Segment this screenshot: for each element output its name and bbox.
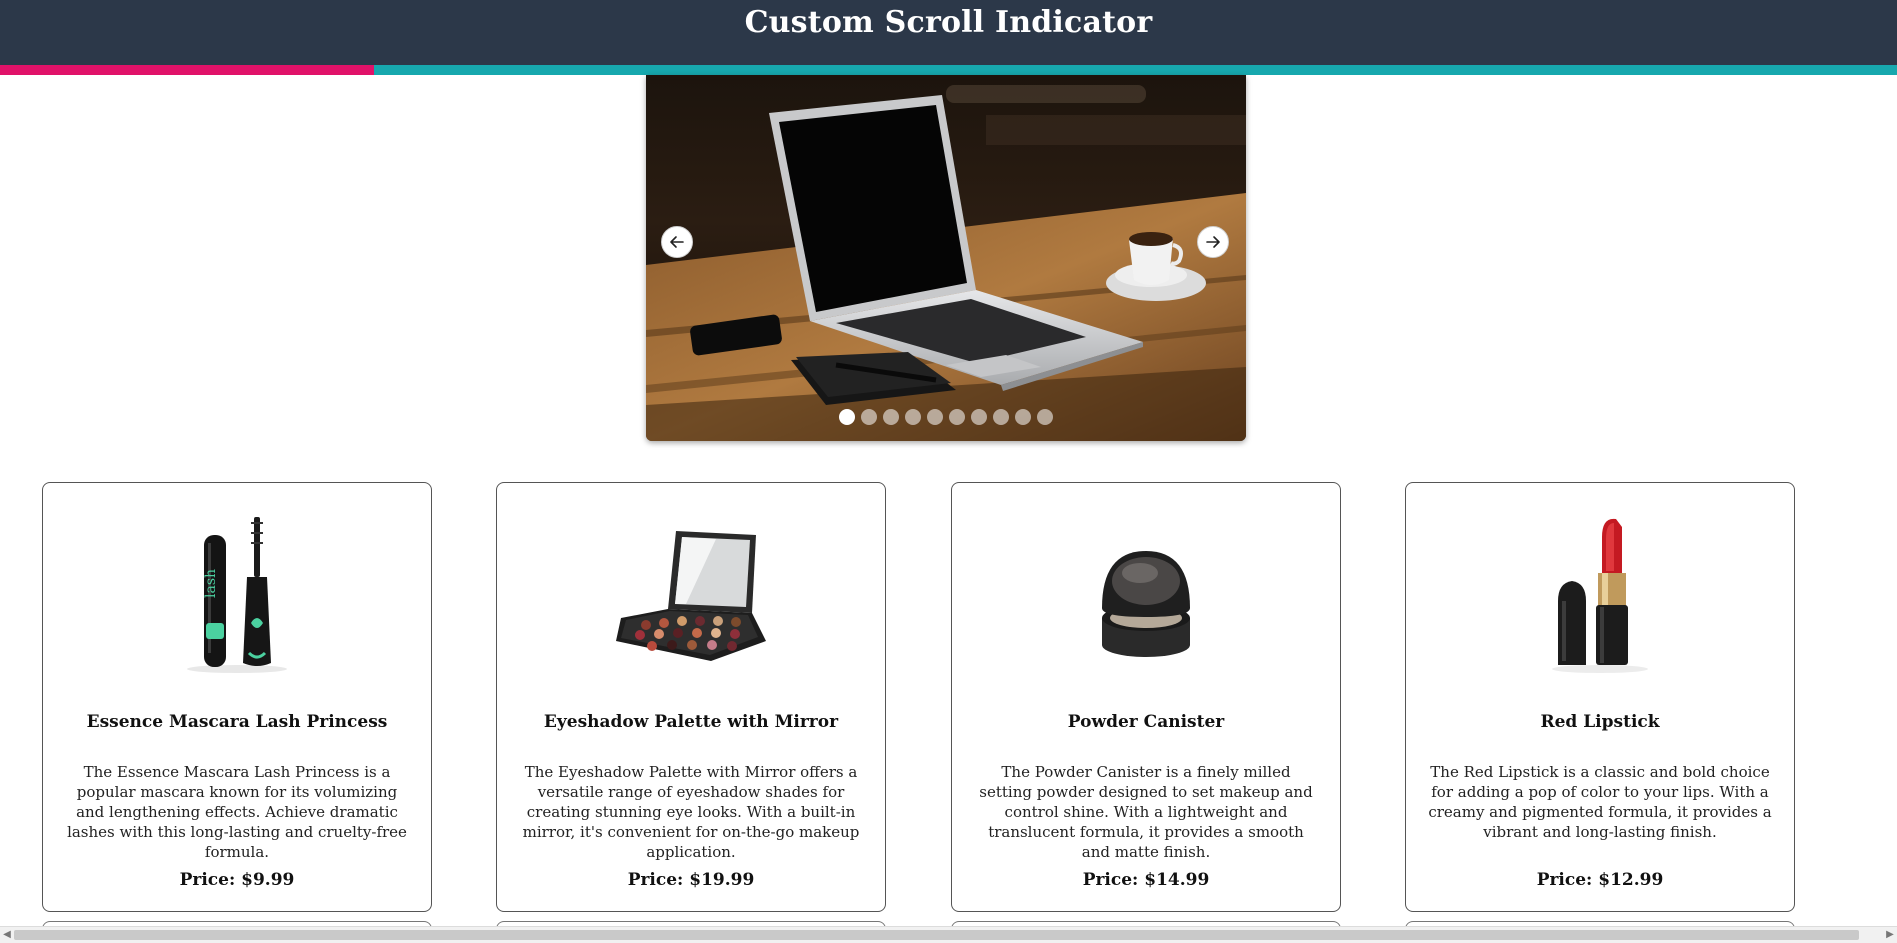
arrow-right-icon bbox=[1206, 236, 1220, 248]
carousel-prev-button[interactable] bbox=[661, 226, 693, 258]
horizontal-scrollbar[interactable]: ◀ ▶ bbox=[0, 926, 1897, 943]
lipstick-image bbox=[1406, 513, 1794, 673]
powder-canister-image bbox=[952, 513, 1340, 673]
product-price: Price: $19.99 bbox=[627, 870, 755, 890]
carousel-dot[interactable] bbox=[839, 409, 855, 425]
svg-text:lash: lash bbox=[203, 569, 219, 598]
scroll-left-icon[interactable]: ◀ bbox=[0, 927, 14, 943]
product-description: The Essence Mascara Lash Princess is a p… bbox=[67, 763, 407, 861]
carousel-dot[interactable] bbox=[949, 409, 965, 425]
product-name: Powder Canister bbox=[1067, 712, 1225, 732]
product-card[interactable]: Eyeshadow Palette with Mirror The Eyesha… bbox=[496, 482, 886, 912]
scroll-indicator-fill bbox=[0, 65, 374, 75]
product-price: Price: $12.99 bbox=[1536, 870, 1664, 890]
product-name: Red Lipstick bbox=[1540, 712, 1660, 732]
eyeshadow-palette-image bbox=[497, 513, 885, 673]
product-description: The Powder Canister is a finely milled s… bbox=[979, 763, 1313, 861]
image-carousel bbox=[646, 75, 1246, 441]
laptop-desk-image bbox=[646, 75, 1246, 441]
product-description: The Red Lipstick is a classic and bold c… bbox=[1428, 763, 1772, 841]
product-name: Essence Mascara Lash Princess bbox=[86, 712, 388, 732]
product-card[interactable]: Red Lipstick The Red Lipstick is a class… bbox=[1405, 482, 1795, 912]
product-card[interactable]: Powder Canister The Powder Canister is a… bbox=[951, 482, 1341, 912]
scroll-indicator bbox=[0, 65, 1897, 75]
scroll-right-icon[interactable]: ▶ bbox=[1883, 927, 1897, 943]
carousel-dot[interactable] bbox=[1015, 409, 1031, 425]
page-header: Custom Scroll Indicator bbox=[0, 0, 1897, 65]
carousel-dots bbox=[646, 409, 1246, 425]
product-card[interactable]: lash Essence Mascara Lash Princess The E… bbox=[42, 482, 432, 912]
product-description: The Eyeshadow Palette with Mirror offers… bbox=[522, 763, 860, 861]
carousel-next-button[interactable] bbox=[1197, 226, 1229, 258]
product-price: Price: $9.99 bbox=[179, 870, 295, 890]
mascara-image: lash bbox=[43, 513, 431, 673]
carousel-dot[interactable] bbox=[1037, 409, 1053, 425]
carousel-dot[interactable] bbox=[993, 409, 1009, 425]
scrollbar-thumb[interactable] bbox=[14, 930, 1859, 940]
carousel-dot[interactable] bbox=[905, 409, 921, 425]
product-name: Eyeshadow Palette with Mirror bbox=[543, 712, 839, 732]
carousel-dot[interactable] bbox=[883, 409, 899, 425]
page-title: Custom Scroll Indicator bbox=[744, 5, 1153, 40]
product-price: Price: $14.99 bbox=[1082, 870, 1210, 890]
carousel-dot[interactable] bbox=[971, 409, 987, 425]
carousel-dot[interactable] bbox=[861, 409, 877, 425]
carousel-dot[interactable] bbox=[927, 409, 943, 425]
arrow-left-icon bbox=[670, 236, 684, 248]
